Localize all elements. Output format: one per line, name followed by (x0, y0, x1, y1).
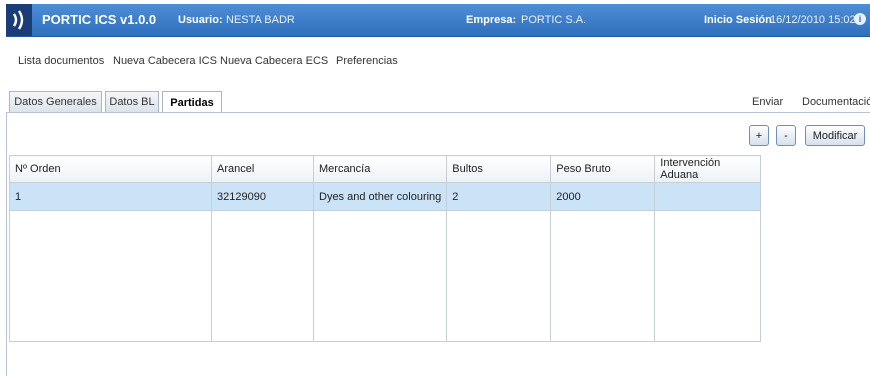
column-header[interactable]: Intervención Aduana (654, 155, 762, 183)
usuario-value: NESTA BADR (226, 14, 295, 26)
inicio-sesion-value: 16/12/2010 15:02 (770, 14, 856, 26)
inicio-sesion-label: Inicio Sesión (704, 14, 772, 26)
table-cell: 32129090 (211, 182, 314, 211)
table-cell (654, 182, 762, 211)
info-icon[interactable]: i (854, 13, 866, 25)
menu-nueva-cabecera-ics[interactable]: Nueva Cabecera ICS (113, 55, 217, 67)
documentacion-link[interactable]: Documentación (802, 96, 870, 108)
modify-button[interactable]: Modificar (805, 125, 865, 146)
app-title: PORTIC ICS v1.0.0 (42, 12, 157, 27)
column-header[interactable]: Arancel (211, 155, 314, 183)
table-empty-area (9, 210, 762, 342)
tab-partidas[interactable]: Partidas (162, 91, 222, 113)
table-header-row: Nº Orden Arancel Mercancía Bultos Peso B… (9, 155, 762, 183)
portic-logo-icon (6, 4, 32, 36)
column-header[interactable]: Nº Orden (9, 155, 212, 183)
empresa-value: PORTIC S.A. (521, 14, 587, 26)
menu-lista-documentos[interactable]: Lista documentos (18, 55, 104, 67)
remove-row-button[interactable]: - (776, 125, 796, 146)
column-header[interactable]: Peso Bruto (550, 155, 656, 183)
menu-nueva-cabecera-ecs[interactable]: Nueva Cabecera ECS (220, 55, 328, 67)
tab-datos-generales[interactable]: Datos Generales (9, 91, 102, 112)
usuario-label: Usuario: (178, 14, 223, 26)
enviar-link[interactable]: Enviar (752, 96, 783, 108)
table-cell: Dyes and other colouring (312, 182, 448, 211)
empresa-label: Empresa: (466, 14, 517, 26)
content-border (6, 112, 7, 376)
table-cell: 2 (446, 182, 552, 211)
column-header[interactable]: Mercancía (312, 155, 448, 183)
add-row-button[interactable]: + (749, 125, 769, 146)
table-cell: 2000 (550, 182, 656, 211)
tab-datos-bl[interactable]: Datos BL (105, 91, 159, 112)
table-row[interactable]: 1 32129090 Dyes and other colouring 2 20… (9, 182, 762, 211)
tabs-divider (6, 112, 870, 113)
partidas-table: Nº Orden Arancel Mercancía Bultos Peso B… (9, 155, 762, 342)
column-header[interactable]: Bultos (446, 155, 552, 183)
table-cell: 1 (9, 182, 212, 211)
menu-preferencias[interactable]: Preferencias (336, 55, 398, 67)
app-header: PORTIC ICS v1.0.0 Usuario: NESTA BADR Em… (6, 4, 870, 37)
